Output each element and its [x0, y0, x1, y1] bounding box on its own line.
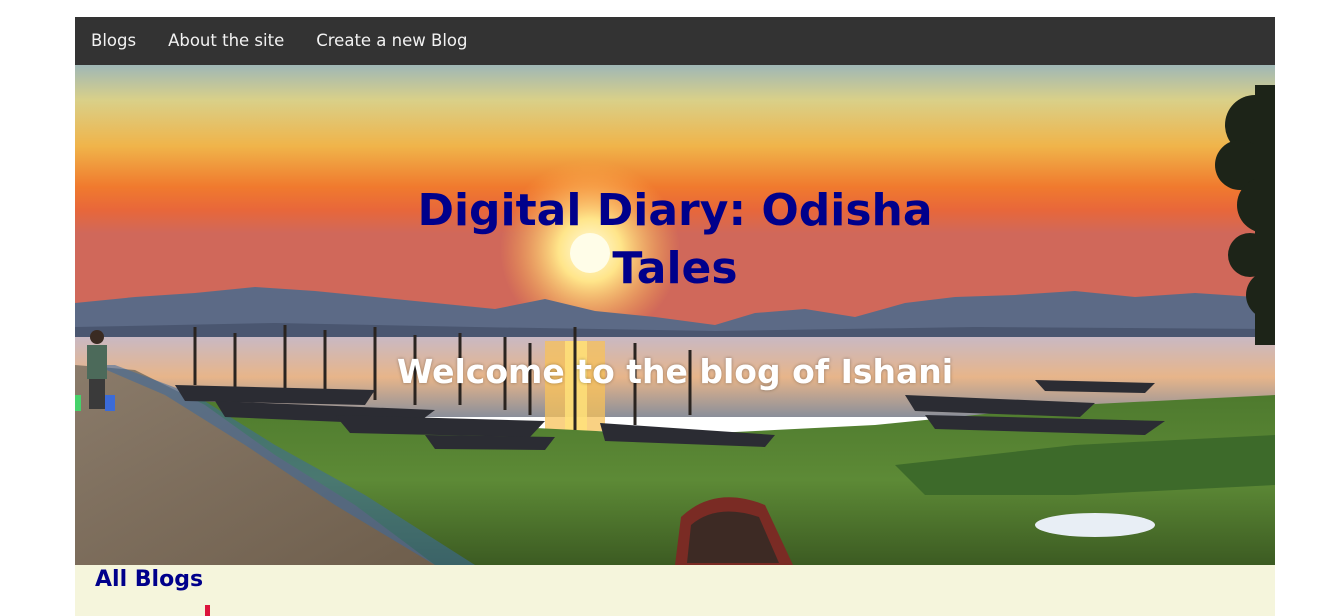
site-title: Digital Diary: Odisha Tales: [75, 182, 1275, 298]
hero-background-image: [75, 65, 1275, 565]
page-frame: Blogs About the site Create a new Blog D…: [75, 17, 1275, 616]
all-blogs-heading: All Blogs: [95, 567, 204, 592]
accent-marker: [205, 605, 210, 616]
welcome-subtitle: Welcome to the blog of Ishani: [396, 352, 954, 391]
hero-banner: Digital Diary: Odisha Tales Welcome to t…: [75, 65, 1275, 565]
top-navbar: Blogs About the site Create a new Blog: [75, 17, 1275, 65]
nav-link-create-blog[interactable]: Create a new Blog: [300, 17, 483, 65]
site-title-line-2: Tales: [612, 243, 738, 295]
site-title-line-1: Digital Diary: Odisha: [417, 185, 933, 237]
nav-link-blogs[interactable]: Blogs: [75, 17, 152, 65]
nav-link-about[interactable]: About the site: [152, 17, 300, 65]
blogs-section: All Blogs: [75, 565, 1275, 616]
